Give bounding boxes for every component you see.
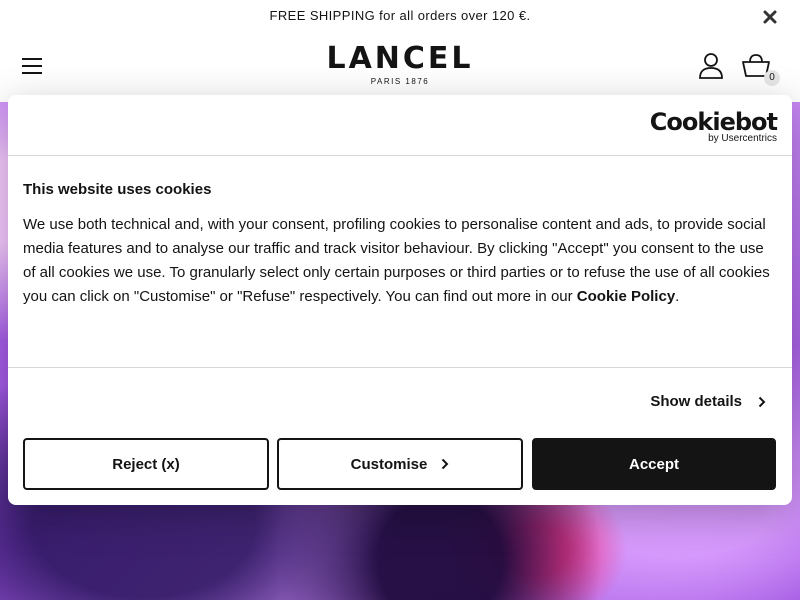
logo-tagline: PARIS 1876 — [370, 77, 430, 86]
promo-bar: FREE SHIPPING for all orders over 120 €. — [0, 0, 800, 33]
promo-text: FREE SHIPPING for all orders over 120 €. — [269, 8, 531, 23]
cookiebot-logo-wordmark: Cookiebot — [649, 108, 778, 136]
site-header: LANCEL PARIS 1876 0 — [0, 33, 800, 102]
customise-button-label: Customise — [350, 455, 428, 473]
divider — [8, 367, 792, 368]
cookie-body-end: . — [675, 288, 680, 305]
chevron-right-icon — [442, 458, 449, 470]
brand-logo[interactable]: LANCEL PARIS 1876 — [0, 41, 800, 87]
cart-count-badge: 0 — [764, 70, 780, 86]
chevron-right-icon — [758, 396, 766, 407]
accept-button-label: Accept — [628, 455, 680, 473]
show-details-button[interactable]: Show details — [650, 393, 766, 410]
cookiebot-logo: Cookiebot by Usercentrics — [649, 108, 778, 144]
close-icon[interactable] — [760, 7, 780, 27]
cookie-dialog-text: We use both technical and, with your con… — [23, 213, 777, 309]
cookie-consent-dialog: Cookiebot by Usercentrics This website u… — [8, 95, 792, 505]
cookie-dialog-title: This website uses cookies — [23, 181, 212, 198]
cookie-dialog-body: This website uses cookies We use both te… — [23, 181, 777, 309]
customise-button[interactable]: Customise — [277, 438, 523, 490]
show-details-label: Show details — [650, 393, 742, 410]
cookie-policy-link[interactable]: Cookie Policy — [577, 288, 675, 305]
accept-button[interactable]: Accept — [532, 438, 776, 490]
reject-button[interactable]: Reject (x) — [23, 438, 269, 490]
user-icon[interactable] — [697, 52, 725, 80]
logo-wordmark: LANCEL — [326, 41, 474, 76]
reject-button-label: Reject (x) — [112, 455, 180, 473]
cookie-dialog-header: Cookiebot by Usercentrics — [8, 95, 792, 156]
